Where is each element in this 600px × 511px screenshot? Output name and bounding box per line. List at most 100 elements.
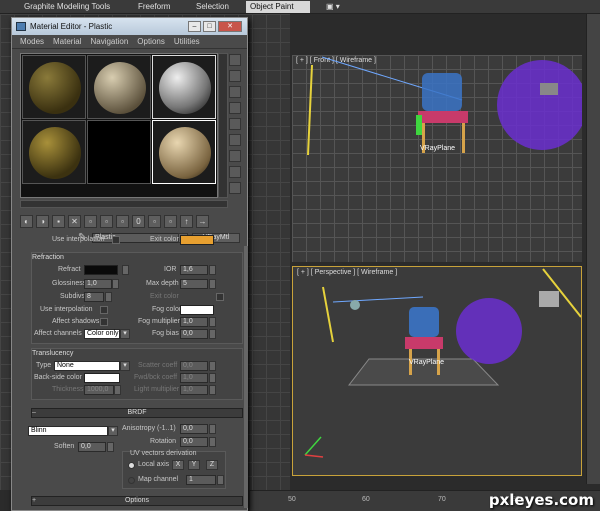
backlight-icon[interactable] [229, 70, 241, 82]
tab-graphite-modeling-tools[interactable]: Graphite Modeling Tools [20, 1, 114, 13]
slots-horizontal-scrollbar[interactable] [20, 200, 228, 208]
thickness-field[interactable]: 1000,0 [84, 385, 114, 395]
anisotropy-spinner[interactable] [209, 424, 216, 434]
rotation-spinner[interactable] [209, 437, 216, 447]
material-editor-titlebar[interactable]: Material Editor - Plastic – □ ✕ [12, 18, 247, 35]
put-to-scene-icon[interactable]: ◑ [36, 215, 49, 228]
glossiness-spinner[interactable] [112, 279, 119, 289]
perspective-viewport[interactable]: [ + ] [ Perspective ] [ Wireframe ] VRay… [292, 266, 582, 476]
ior-field[interactable]: 1,6 [180, 265, 208, 275]
refract-map-button[interactable] [122, 265, 129, 275]
brdf-type-dropdown[interactable]: ▾ [108, 426, 118, 436]
sample-slot[interactable] [22, 120, 86, 184]
exit-color-swatch[interactable] [180, 235, 214, 245]
parameters-scrollbar[interactable] [244, 246, 248, 508]
sample-slot[interactable] [87, 120, 151, 184]
go-forward-sibling-icon[interactable]: → [196, 215, 209, 228]
affect-channels-dropdown[interactable]: ▾ [120, 329, 130, 339]
max-depth-field[interactable]: 5 [180, 279, 208, 289]
slots-vertical-scrollbar[interactable] [218, 53, 228, 198]
options-rollout-header[interactable]: Options [31, 496, 243, 506]
map-channel-field[interactable]: 1 [186, 475, 216, 485]
refract-color-swatch[interactable] [84, 265, 118, 275]
affect-shadows-checkbox[interactable] [100, 318, 108, 326]
brdf-type-select[interactable]: Blinn [28, 426, 108, 436]
axis-y-button[interactable]: Y [188, 460, 200, 470]
command-panel-strip[interactable] [586, 14, 600, 484]
soften-spinner[interactable] [107, 442, 114, 452]
select-by-material-icon[interactable] [229, 166, 241, 178]
menu-navigation[interactable]: Navigation [90, 35, 128, 48]
map-channel-radio[interactable] [128, 477, 135, 484]
make-preview-icon[interactable] [229, 134, 241, 146]
rotation-field[interactable]: 0,0 [180, 437, 208, 447]
local-axis-radio[interactable] [128, 462, 135, 469]
menu-utilities[interactable]: Utilities [174, 35, 200, 48]
expand-icon[interactable]: + [32, 497, 36, 504]
ribbon-options-icon[interactable]: ▣ ▾ [322, 1, 344, 13]
subdivs-field[interactable]: 8 [84, 292, 104, 302]
use-interpolation-checkbox[interactable] [112, 236, 120, 244]
make-unique-icon[interactable]: ▫ [100, 215, 113, 228]
assign-to-selection-icon[interactable]: ▪ [52, 215, 65, 228]
refraction-exit-color-checkbox[interactable] [216, 293, 224, 301]
material-id-icon[interactable]: 0 [132, 215, 145, 228]
tab-object-paint[interactable]: Object Paint [246, 1, 310, 13]
go-to-parent-icon[interactable]: ↑ [180, 215, 193, 228]
menu-options[interactable]: Options [137, 35, 165, 48]
translucency-type-select[interactable]: None [54, 361, 120, 371]
fog-color-swatch[interactable] [180, 305, 214, 315]
menu-material[interactable]: Material [53, 35, 81, 48]
back-side-color-swatch[interactable] [84, 373, 120, 383]
sample-type-icon[interactable] [229, 54, 241, 66]
get-material-icon[interactable]: ◐ [20, 215, 33, 228]
brdf-rollout-header[interactable]: BRDF [31, 408, 243, 418]
sample-slot[interactable] [87, 55, 151, 119]
reset-map-icon[interactable]: ✕ [68, 215, 81, 228]
anisotropy-field[interactable]: 0,0 [180, 424, 208, 434]
thickness-spinner[interactable] [114, 385, 121, 395]
fog-multiplier-field[interactable]: 1,0 [180, 317, 208, 327]
options-icon[interactable] [229, 150, 241, 162]
glossiness-field[interactable]: 1,0 [84, 279, 112, 289]
axis-x-button[interactable]: X [172, 460, 184, 470]
show-end-result-icon[interactable]: ▫ [164, 215, 177, 228]
minimize-button[interactable]: – [188, 21, 201, 32]
scatter-coeff-spinner[interactable] [209, 361, 216, 371]
fwd-bck-coeff-label: Fwd/bck coeff [134, 374, 177, 381]
affect-channels-select[interactable]: Color only [84, 329, 120, 339]
collapse-icon[interactable]: – [32, 409, 36, 416]
sample-uv-tiling-icon[interactable] [229, 102, 241, 114]
material-map-navigator-icon[interactable] [229, 182, 241, 194]
axis-z-button[interactable]: Z [206, 460, 218, 470]
video-color-check-icon[interactable] [229, 118, 241, 130]
tab-selection[interactable]: Selection [192, 1, 233, 13]
put-to-library-icon[interactable]: ▫ [116, 215, 129, 228]
show-map-icon[interactable]: ▫ [148, 215, 161, 228]
fog-bias-spinner[interactable] [209, 329, 216, 339]
menu-modes[interactable]: Modes [20, 35, 44, 48]
soften-field[interactable]: 0,0 [78, 442, 106, 452]
sample-slot-active[interactable] [152, 120, 216, 184]
map-channel-spinner[interactable] [217, 475, 224, 485]
translucency-type-dropdown[interactable]: ▾ [120, 361, 130, 371]
light-multiplier-field[interactable]: 1,0 [180, 385, 208, 395]
fwd-bck-coeff-field[interactable]: 1,0 [180, 373, 208, 383]
maximize-button[interactable]: □ [203, 21, 216, 32]
ior-spinner[interactable] [209, 265, 216, 275]
sample-slot[interactable] [22, 55, 86, 119]
fog-multiplier-spinner[interactable] [209, 317, 216, 327]
close-button[interactable]: ✕ [218, 21, 242, 32]
background-icon[interactable] [229, 86, 241, 98]
fwd-bck-coeff-spinner[interactable] [209, 373, 216, 383]
subdivs-spinner[interactable] [105, 292, 112, 302]
tab-freeform[interactable]: Freeform [134, 1, 174, 13]
front-viewport[interactable]: [ + ] [ Front ] [ Wireframe ] VRayPlane [292, 55, 582, 262]
make-copy-icon[interactable]: ▫ [84, 215, 97, 228]
fog-bias-field[interactable]: 0,0 [180, 329, 208, 339]
max-depth-spinner[interactable] [209, 279, 216, 289]
light-multiplier-spinner[interactable] [209, 385, 216, 395]
sample-slot[interactable] [152, 55, 216, 119]
refraction-use-interpolation-checkbox[interactable] [100, 306, 108, 314]
scatter-coeff-field[interactable]: 0,0 [180, 361, 208, 371]
